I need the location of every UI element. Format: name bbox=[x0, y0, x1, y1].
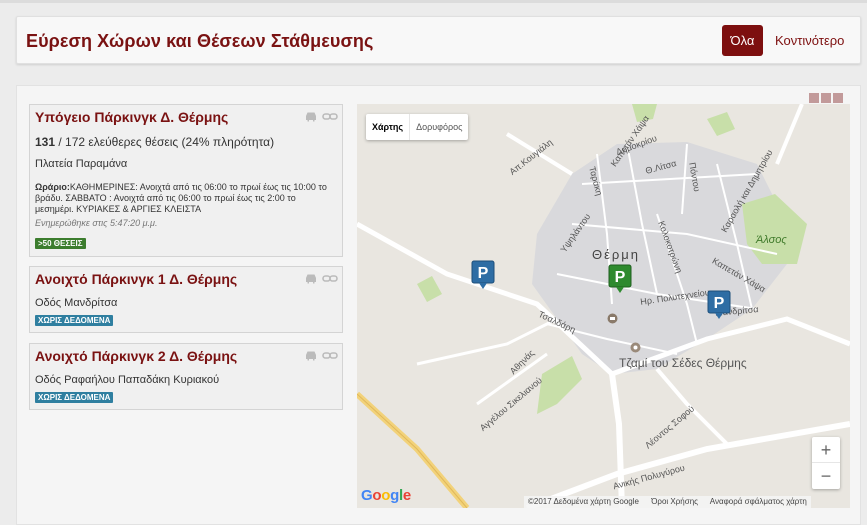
card-icons bbox=[304, 347, 338, 365]
link-icon[interactable] bbox=[322, 111, 338, 122]
zoom-in-button[interactable]: + bbox=[812, 437, 840, 463]
last-updated: Ενημερώθηκε στις 5:47:20 μ.μ. bbox=[35, 218, 158, 228]
parking-marker-open-2[interactable]: P bbox=[471, 260, 495, 290]
parking-name[interactable]: Ανοιχτό Πάρκινγκ 1 Δ. Θέρμης bbox=[35, 271, 237, 287]
mosque-label: Τζαμί του Σέδες Θέρμης bbox=[619, 356, 747, 370]
status-badge: ΧΩΡΙΣ ΔΕΔΟΜΕΝΑ bbox=[35, 392, 114, 403]
hours-label: Ωράριο: bbox=[35, 182, 70, 192]
parking-marker-label: P bbox=[714, 295, 725, 312]
car-icon[interactable] bbox=[304, 111, 318, 122]
availability-details: / 172 ελεύθερες θέσεις (24% πληρότητα) bbox=[55, 135, 275, 149]
parking-address: Οδός Μανδρίτσα bbox=[35, 297, 118, 309]
museum-icon[interactable] bbox=[607, 313, 618, 324]
car-icon[interactable] bbox=[304, 350, 318, 361]
parking-marker-underground[interactable]: P bbox=[608, 264, 632, 294]
page-header: Εύρεση Χώρων και Θέσεων Στάθμευσης Όλα Κ… bbox=[16, 16, 861, 64]
parking-address: Πλατεία Παραμάνα bbox=[35, 158, 128, 170]
parking-marker-label: P bbox=[478, 265, 489, 282]
parking-name[interactable]: Υπόγειο Πάρκινγκ Δ. Θέρμης bbox=[35, 109, 228, 125]
status-badge: >50 ΘΕΣΕΙΣ bbox=[35, 238, 86, 249]
parking-marker-label: P bbox=[615, 269, 626, 286]
map-type-control: Χάρτης Δορυφόρος bbox=[366, 114, 469, 140]
google-logo: Google bbox=[361, 487, 411, 504]
page-title: Εύρεση Χώρων και Θέσεων Στάθμευσης bbox=[26, 31, 374, 51]
availability-text: 131 / 172 ελεύθερες θέσεις (24% πληρότητ… bbox=[35, 135, 274, 149]
map-base bbox=[357, 104, 850, 508]
map-type-map-button[interactable]: Χάρτης bbox=[366, 114, 409, 140]
nearest-button[interactable]: Κοντινότερο bbox=[775, 25, 844, 56]
zoom-control: + − bbox=[812, 437, 840, 489]
hours-text: ΚΑΘΗΜΕΡΙΝΕΣ: Ανοιχτά από τις 06:00 το πρ… bbox=[35, 182, 327, 214]
top-border bbox=[0, 0, 867, 3]
park-label: Άλσος bbox=[756, 234, 787, 246]
car-icon[interactable] bbox=[304, 273, 318, 284]
parking-marker-open-1[interactable]: P bbox=[707, 290, 731, 320]
free-spaces-count: 131 bbox=[35, 135, 56, 149]
card-icons bbox=[304, 270, 338, 288]
map-data-attribution: ©2017 Δεδομένα χάρτη Google bbox=[528, 497, 639, 506]
parking-card-open-1[interactable]: Ανοιχτό Πάρκινγκ 1 Δ. Θέρμης Οδός Μανδρί… bbox=[29, 266, 343, 333]
panel-control-dot[interactable] bbox=[833, 93, 843, 103]
parking-name[interactable]: Ανοιχτό Πάρκινγκ 2 Δ. Θέρμης bbox=[35, 348, 237, 364]
parking-address: Οδός Ραφαήλου Παπαδάκη Κυριακού bbox=[35, 374, 220, 386]
show-all-button[interactable]: Όλα bbox=[722, 25, 763, 56]
opening-hours: Ωράριο:ΚΑΘΗΜΕΡΙΝΕΣ: Ανοιχτά από τις 06:0… bbox=[35, 182, 335, 215]
panel-control-dot[interactable] bbox=[809, 93, 819, 103]
zoom-out-button[interactable]: − bbox=[812, 463, 840, 489]
town-label: Θέρμη bbox=[592, 247, 641, 262]
card-icons bbox=[304, 108, 338, 126]
panel-control-dot[interactable] bbox=[821, 93, 831, 103]
link-icon[interactable] bbox=[322, 350, 338, 361]
status-badge: ΧΩΡΙΣ ΔΕΔΟΜΕΝΑ bbox=[35, 315, 114, 326]
map-footer: ©2017 Δεδομένα χάρτη Google Όροι Χρήσης … bbox=[524, 496, 811, 508]
parking-card-open-2[interactable]: Ανοιχτό Πάρκινγκ 2 Δ. Θέρμης Οδός Ραφαήλ… bbox=[29, 343, 343, 410]
map[interactable]: Απ.Κουγιάλη Καπετάν Χάψα Δημοκρίου Θ.Λίτ… bbox=[357, 104, 850, 508]
parking-card-underground[interactable]: Υπόγειο Πάρκινγκ Δ. Θέρμης 131 / 172 ελε… bbox=[29, 104, 343, 257]
terms-link[interactable]: Όροι Χρήσης bbox=[651, 497, 698, 506]
link-icon[interactable] bbox=[322, 273, 338, 284]
map-type-satellite-button[interactable]: Δορυφόρος bbox=[409, 114, 468, 140]
report-error-link[interactable]: Αναφορά σφάλματος χάρτη bbox=[710, 497, 807, 506]
mosque-icon[interactable] bbox=[630, 342, 641, 353]
